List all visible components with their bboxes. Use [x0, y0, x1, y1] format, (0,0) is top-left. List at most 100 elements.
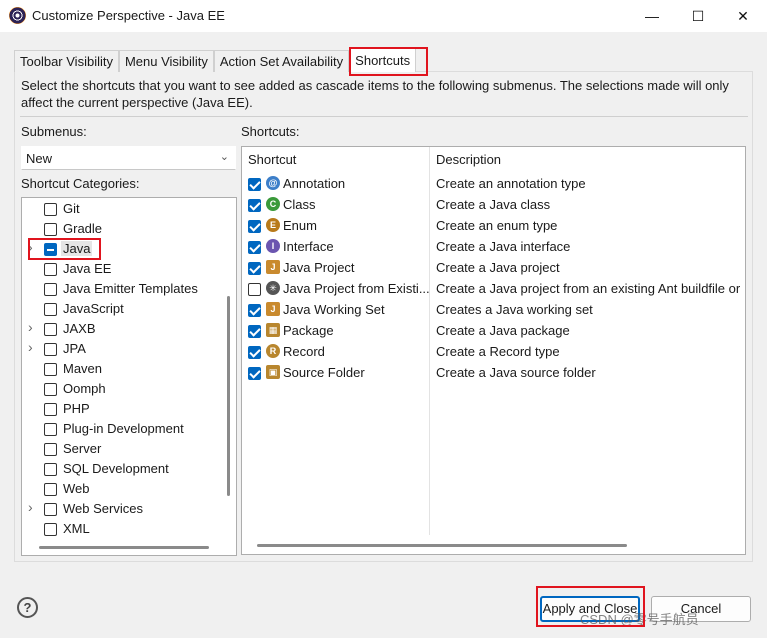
chevron-right-icon[interactable]: ›	[28, 499, 33, 515]
category-label: Web Services	[63, 501, 143, 516]
shortcut-checkbox[interactable]	[248, 199, 261, 212]
category-item[interactable]: Gradle	[22, 219, 222, 239]
category-checkbox[interactable]	[44, 423, 57, 436]
chevron-down-icon[interactable]: ⌄	[220, 150, 229, 163]
table-row[interactable]: C Class Create a Java class	[242, 194, 745, 215]
help-icon[interactable]: ?	[17, 597, 38, 618]
category-label: Web	[63, 481, 90, 496]
category-item[interactable]: › JPA	[22, 339, 222, 359]
category-checkbox[interactable]	[44, 283, 57, 296]
category-item[interactable]: Plug-in Development	[22, 419, 222, 439]
category-item[interactable]: SQL Development	[22, 459, 222, 479]
category-item[interactable]: › Web Services	[22, 499, 222, 519]
category-label: Oomph	[63, 381, 106, 396]
horizontal-scrollbar[interactable]	[39, 546, 209, 549]
horizontal-scrollbar[interactable]	[257, 544, 627, 547]
category-item[interactable]: Java Emitter Templates	[22, 279, 222, 299]
category-item[interactable]: › Java	[22, 239, 222, 259]
tab-strip: Toolbar Visibility Menu Visibility Actio…	[14, 48, 417, 72]
shortcut-checkbox[interactable]	[248, 325, 261, 338]
shortcut-name: Interface	[283, 239, 334, 254]
chevron-right-icon[interactable]: ›	[28, 239, 33, 255]
shortcut-name: Java Project	[283, 260, 355, 275]
category-label: Maven	[63, 361, 103, 376]
table-row[interactable]: ✳ Java Project from Existi... Create a Jav…	[242, 278, 745, 299]
category-checkbox[interactable]	[44, 303, 57, 316]
column-header-shortcut[interactable]: Shortcut	[248, 152, 296, 167]
minimize-button[interactable]: —	[630, 0, 674, 32]
category-label: JPA	[63, 341, 86, 356]
category-checkbox[interactable]	[44, 523, 57, 536]
category-label: Plug-in Development	[63, 421, 184, 436]
annotation-icon: @	[266, 176, 280, 190]
shortcut-checkbox[interactable]	[248, 178, 261, 191]
category-label: XML	[63, 521, 90, 536]
shortcut-description: Create an annotation type	[436, 176, 586, 191]
shortcut-checkbox[interactable]	[248, 346, 261, 359]
divider	[20, 116, 748, 117]
working-set-icon: J	[266, 302, 280, 316]
chevron-right-icon[interactable]: ›	[28, 339, 33, 355]
table-row[interactable]: J Java Project Create a Java project	[242, 257, 745, 278]
shortcuts-table[interactable]: Shortcut Description @ Annotation Create a…	[241, 146, 746, 555]
shortcut-checkbox[interactable]	[248, 367, 261, 380]
record-icon: R	[266, 344, 280, 358]
shortcut-checkbox[interactable]	[248, 262, 261, 275]
ant-icon: ✳	[266, 281, 280, 295]
column-header-description[interactable]: Description	[436, 152, 501, 167]
category-item[interactable]: XML	[22, 519, 222, 539]
category-checkbox[interactable]	[44, 343, 57, 356]
window-title: Customize Perspective - Java EE	[32, 8, 225, 23]
table-row[interactable]: ▦ Package Create a Java package	[242, 320, 745, 341]
category-item[interactable]: Maven	[22, 359, 222, 379]
java-project-icon: J	[266, 260, 280, 274]
category-checkbox[interactable]	[44, 443, 57, 456]
shortcut-categories-tree[interactable]: XML › Web Services Web SQL Development Server…	[21, 197, 237, 556]
category-item[interactable]: Git	[22, 199, 222, 219]
category-item[interactable]: PHP	[22, 399, 222, 419]
table-row[interactable]: J Java Working Set Creates a Java working …	[242, 299, 745, 320]
category-checkbox[interactable]	[44, 403, 57, 416]
table-row[interactable]: E Enum Create an enum type	[242, 215, 745, 236]
category-checkbox[interactable]	[44, 263, 57, 276]
category-checkbox[interactable]	[44, 483, 57, 496]
shortcut-description: Create an enum type	[436, 218, 558, 233]
category-item[interactable]: JavaScript	[22, 299, 222, 319]
category-checkbox[interactable]	[44, 463, 57, 476]
table-row[interactable]: ▣ Source Folder Create a Java source folde…	[242, 362, 745, 383]
description-text: Select the shortcuts that you want to se…	[21, 78, 729, 110]
tab-shortcuts[interactable]: Shortcuts	[349, 48, 417, 72]
vertical-scrollbar[interactable]	[227, 296, 230, 496]
category-item[interactable]: › JAXB	[22, 319, 222, 339]
tab-toolbar-visibility[interactable]: Toolbar Visibility	[14, 50, 119, 72]
shortcut-checkbox[interactable]	[248, 304, 261, 317]
category-checkbox[interactable]	[44, 383, 57, 396]
shortcut-checkbox[interactable]	[248, 241, 261, 254]
tab-menu-visibility[interactable]: Menu Visibility	[118, 50, 214, 72]
watermark: CSDN @零号手航员	[580, 612, 699, 627]
category-item[interactable]: Java EE	[22, 259, 222, 279]
category-checkbox[interactable]	[44, 323, 57, 336]
table-row[interactable]: @ Annotation Create an annotation type	[242, 173, 745, 194]
category-label: PHP	[63, 401, 90, 416]
category-label: Java Emitter Templates	[63, 281, 198, 296]
shortcut-checkbox[interactable]	[248, 220, 261, 233]
tab-action-set-availability[interactable]: Action Set Availability	[213, 50, 350, 72]
category-checkbox[interactable]	[44, 223, 57, 236]
category-item[interactable]: Web	[22, 479, 222, 499]
table-row[interactable]: I Interface Create a Java interface	[242, 236, 745, 257]
chevron-right-icon[interactable]: ›	[28, 319, 33, 335]
submenus-select[interactable]: New ⌄	[21, 146, 236, 170]
shortcut-checkbox[interactable]	[248, 283, 261, 296]
category-item[interactable]: Oomph	[22, 379, 222, 399]
category-checkbox[interactable]	[44, 503, 57, 516]
maximize-button[interactable]: ☐	[676, 0, 720, 32]
shortcut-description: Create a Java class	[436, 197, 551, 212]
close-button[interactable]: ✕	[721, 0, 765, 32]
category-label: JavaScript	[63, 301, 124, 316]
table-row[interactable]: R Record Create a Record type	[242, 341, 745, 362]
category-checkbox[interactable]	[44, 243, 57, 256]
category-checkbox[interactable]	[44, 363, 57, 376]
category-checkbox[interactable]	[44, 203, 57, 216]
category-item[interactable]: Server	[22, 439, 222, 459]
